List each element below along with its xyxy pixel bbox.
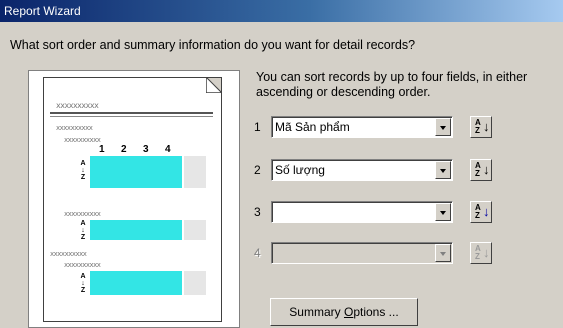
dropdown-arrow-icon[interactable] [435, 244, 451, 262]
sort-field-4-combo[interactable] [271, 242, 453, 264]
sort-ascending-icon: ↓ [483, 119, 490, 134]
dropdown-arrow-icon[interactable] [435, 203, 451, 221]
sort-field-2-number: 2 [254, 163, 261, 177]
sort-order-4-button[interactable]: A Z ↓ [470, 242, 492, 264]
preview-rule [50, 116, 213, 117]
column-number: 3 [143, 144, 149, 155]
question-text: What sort order and summary information … [10, 38, 416, 52]
window-title: Report Wizard [4, 4, 81, 18]
preview-unsorted-column [184, 220, 206, 240]
sort-order-3-button[interactable]: A Z ↓ [470, 201, 492, 223]
sort-order-2-button[interactable]: A Z ↓ [470, 159, 492, 181]
preview-group-header: xxxxxxxxxx [64, 210, 101, 218]
sort-field-3-number: 3 [254, 205, 261, 219]
sort-ascending-icon: ↓ [483, 162, 490, 177]
preview-group-header: xxxxxxxxxx [64, 136, 101, 144]
preview-sorted-columns [90, 271, 182, 295]
preview-rule [50, 112, 213, 114]
column-number: 1 [99, 144, 105, 155]
preview-unsorted-column [184, 271, 206, 295]
sort-field-1-value: Mã Sản phẩm [275, 120, 350, 134]
preview-sort-indicator: A ↓ Z [80, 220, 86, 241]
title-bar: Report Wizard [0, 0, 563, 22]
preview-sorted-columns [90, 156, 182, 188]
report-preview-page: xxxxxxxxxx xxxxxxxxxx xxxxxxxxxx 1 2 3 4… [43, 77, 222, 322]
sort-field-4-number: 4 [254, 246, 261, 260]
preview-sort-indicator: A ↓ Z [80, 273, 86, 294]
sort-instructions: You can sort records by up to four field… [256, 70, 528, 99]
preview-sort-indicator: A ↓ Z [80, 160, 86, 181]
sort-ascending-icon: ↓ [483, 204, 490, 219]
sort-field-1-number: 1 [254, 120, 261, 134]
sort-ascending-icon: ↓ [483, 245, 490, 260]
column-number: 2 [121, 144, 127, 155]
preview-sorted-columns [90, 220, 182, 240]
sort-field-1-combo[interactable]: Mã Sản phẩm [271, 116, 453, 138]
sort-order-1-button[interactable]: A Z ↓ [470, 116, 492, 138]
sort-field-2-value: Số lượng [275, 163, 325, 177]
preview-unsorted-column [184, 156, 206, 188]
sort-field-3-combo[interactable] [271, 201, 453, 223]
preview-group-header: xxxxxxxxxx [50, 250, 87, 258]
dropdown-arrow-icon[interactable] [435, 118, 451, 136]
preview-group-header: xxxxxxxxxx [56, 124, 93, 132]
summary-options-button[interactable]: Summary Options ... [270, 298, 418, 326]
dropdown-arrow-icon[interactable] [435, 161, 451, 179]
sort-field-2-combo[interactable]: Số lượng [271, 159, 453, 181]
page-fold-icon [206, 78, 221, 93]
preview-report-title: xxxxxxxxxx [56, 101, 99, 110]
preview-group-header: xxxxxxxxxx [64, 261, 101, 269]
column-number: 4 [165, 144, 171, 155]
